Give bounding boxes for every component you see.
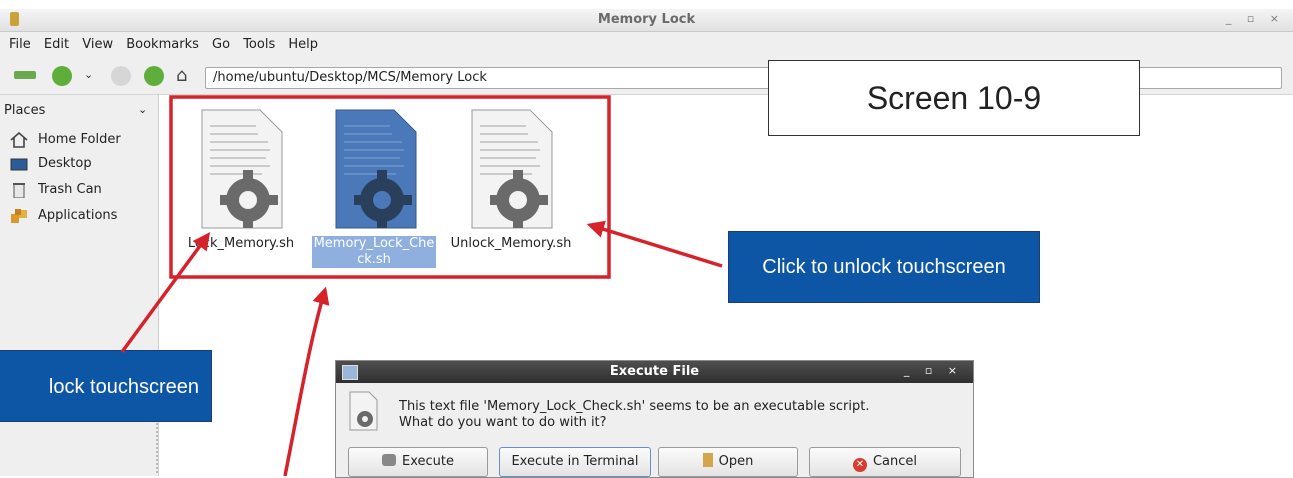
arrow-to-check [283,286,330,476]
arrow-to-lock [120,232,211,354]
annotation-overlay [120,95,723,476]
highlight-box [169,95,611,279]
